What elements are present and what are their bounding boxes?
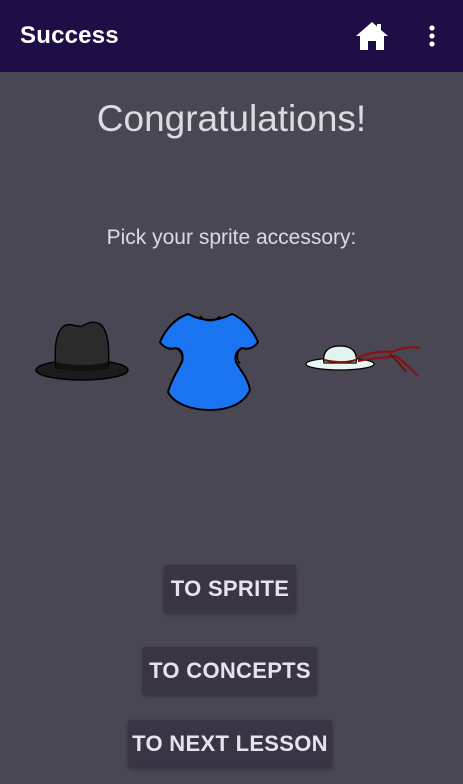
more-vert-icon [429,25,435,47]
accessory-black-hat[interactable] [34,318,130,386]
accessory-blue-dress[interactable] [158,308,262,414]
home-button[interactable] [354,19,390,53]
accessory-white-hat[interactable] [302,336,426,380]
app-bar-title: Success [20,22,119,49]
white-sun-hat-icon [305,345,421,377]
overflow-menu-button[interactable] [420,20,444,52]
to-sprite-button[interactable]: TO SPRITE [164,565,296,612]
page-title: Congratulations! [96,98,367,139]
accessory-prompt: Pick your sprite accessory: [106,226,357,249]
to-next-lesson-button[interactable]: TO NEXT LESSON [128,720,332,767]
home-icon [356,22,388,50]
app-bar: Success [0,0,463,72]
blue-dress-icon [158,312,260,412]
to-concepts-button[interactable]: TO CONCEPTS [143,647,317,694]
black-fedora-hat-icon [35,321,129,381]
success-screen: Success Congratulations! Pick your sprit… [0,0,463,784]
